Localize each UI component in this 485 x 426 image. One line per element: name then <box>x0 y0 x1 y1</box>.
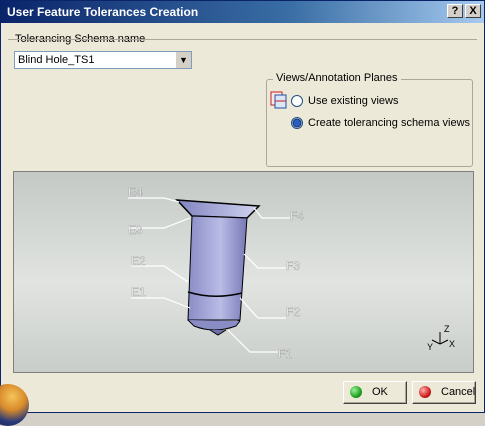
label-f4: F4 <box>290 209 304 223</box>
chevron-down-icon[interactable]: ▼ <box>175 52 191 68</box>
axis-x-label: X <box>449 339 455 349</box>
views-group-label: Views/Annotation Planes <box>273 72 401 84</box>
schema-name-select[interactable]: Blind Hole_TS1 ▼ <box>14 51 192 69</box>
close-button[interactable]: X <box>465 4 481 18</box>
use-existing-views-label: Use existing views <box>308 95 399 107</box>
red-circle-icon <box>419 386 431 398</box>
label-f2: F2 <box>286 305 300 319</box>
ok-button-label: OK <box>372 386 388 398</box>
axis-z-label: Z <box>444 324 450 334</box>
label-f1: F1 <box>278 347 292 361</box>
dialog-window: User Feature Tolerances Creation ? X Tol… <box>0 0 485 426</box>
label-e2: E2 <box>131 254 146 268</box>
catia-logo <box>0 384 29 426</box>
schema-group-line <box>8 39 477 40</box>
view-planes-icon <box>270 91 287 109</box>
green-circle-icon <box>350 386 362 398</box>
preview-viewport[interactable]: E4 E3 E2 E1 F4 F3 F2 F1 Z X Y <box>13 171 474 373</box>
cancel-button[interactable]: Cancel <box>412 381 476 404</box>
create-views-label: Create tolerancing schema views <box>308 117 471 129</box>
help-button[interactable]: ? <box>447 4 463 18</box>
close-icon: X <box>469 5 477 17</box>
axis-y-label: Y <box>427 342 433 352</box>
create-views-option[interactable]: Create tolerancing schema views <box>291 117 471 130</box>
use-existing-views-option[interactable]: Use existing views <box>291 95 399 108</box>
label-e1: E1 <box>131 285 146 299</box>
ok-button[interactable]: OK <box>343 381 407 404</box>
cancel-button-label: Cancel <box>441 386 476 398</box>
hole-feature-drawing: E4 E3 E2 E1 F4 F3 F2 F1 Z X Y <box>128 185 455 361</box>
label-f3: F3 <box>286 259 300 273</box>
use-existing-views-radio[interactable] <box>291 95 303 108</box>
schema-name-value: Blind Hole_TS1 <box>18 54 95 66</box>
question-mark-icon: ? <box>451 5 459 17</box>
create-views-radio[interactable] <box>291 117 303 130</box>
label-e4: E4 <box>128 185 143 199</box>
window-title: User Feature Tolerances Creation <box>7 5 199 19</box>
label-e3: E3 <box>128 223 143 237</box>
title-bar[interactable]: User Feature Tolerances Creation ? X <box>1 1 484 23</box>
